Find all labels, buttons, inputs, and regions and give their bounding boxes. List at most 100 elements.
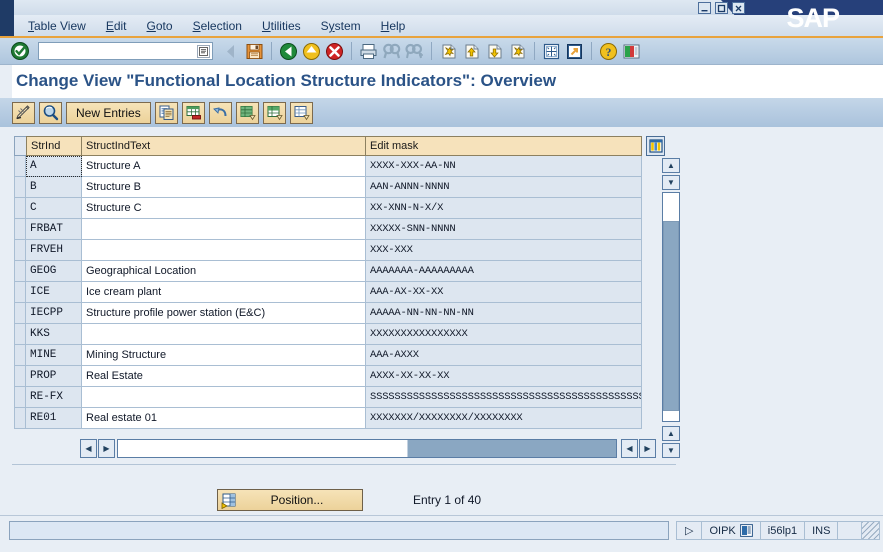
- cell-editmask[interactable]: XXX-XXX: [366, 240, 642, 261]
- table-row[interactable]: C Structure C XX-XNN-N-X/X: [14, 198, 642, 219]
- horizontal-scroll-thumb[interactable]: [408, 440, 616, 457]
- create-session-icon[interactable]: [541, 41, 562, 62]
- table-row[interactable]: RE01 Real estate 01 XXXXXXX/XXXXXXXX/XXXXX…: [14, 408, 642, 429]
- find-icon[interactable]: [381, 41, 402, 62]
- delete-button[interactable]: [181, 101, 205, 124]
- previous-page-icon[interactable]: [461, 41, 482, 62]
- cell-structindtext[interactable]: Structure profile power station (E&C): [82, 303, 366, 324]
- print-icon[interactable]: [358, 41, 379, 62]
- cell-strind[interactable]: A: [26, 156, 82, 177]
- cell-structindtext[interactable]: Structure B: [82, 177, 366, 198]
- hscroll-left-button[interactable]: ◀: [80, 439, 97, 458]
- cell-editmask[interactable]: XXXXXXX/XXXXXXXX/XXXXXXXX: [366, 408, 642, 429]
- table-row[interactable]: GEOG Geographical Location AAAAAAA-AAAAAAA…: [14, 261, 642, 282]
- position-button[interactable]: Position...: [217, 489, 363, 511]
- row-select-cell[interactable]: [14, 345, 26, 366]
- menu-item-utilities[interactable]: Utilities: [252, 15, 311, 37]
- row-select-cell[interactable]: [14, 219, 26, 240]
- cell-editmask[interactable]: XXXXX-SNN-NNNN: [366, 219, 642, 240]
- select-block-button[interactable]: [262, 101, 286, 124]
- cell-strind[interactable]: KKS: [26, 324, 82, 345]
- command-field-dropdown-icon[interactable]: [197, 45, 210, 58]
- next-page-icon[interactable]: [484, 41, 505, 62]
- row-select-cell[interactable]: [14, 177, 26, 198]
- table-row[interactable]: B Structure B AAN-ANNN-NNNN: [14, 177, 642, 198]
- vertical-scroll-track[interactable]: [662, 192, 680, 422]
- table-row[interactable]: A Structure A XXXX-XXX-AA-NN: [14, 156, 642, 177]
- row-select-cell[interactable]: [14, 366, 26, 387]
- table-vertical-scrollbar[interactable]: ▲ ▼ ▲ ▼: [662, 158, 680, 458]
- cell-structindtext[interactable]: Structure C: [82, 198, 366, 219]
- row-select-cell[interactable]: [14, 240, 26, 261]
- check-entries-button[interactable]: [39, 101, 62, 124]
- cell-strind[interactable]: GEOG: [26, 261, 82, 282]
- cell-structindtext[interactable]: Ice cream plant: [82, 282, 366, 303]
- row-select-cell[interactable]: [14, 324, 26, 345]
- cell-strind[interactable]: FRBAT: [26, 219, 82, 240]
- menu-item-goto[interactable]: Goto: [137, 15, 183, 37]
- table-settings-icon[interactable]: [646, 136, 665, 156]
- cell-editmask[interactable]: AXXX-XX-XX-XX: [366, 366, 642, 387]
- row-select-cell[interactable]: [14, 198, 26, 219]
- table-row[interactable]: ICE Ice cream plant AAA-AX-XX-XX: [14, 282, 642, 303]
- close-button[interactable]: [732, 2, 745, 14]
- display-change-button[interactable]: [12, 101, 35, 124]
- row-select-cell[interactable]: [14, 387, 26, 408]
- table-row[interactable]: FRBAT XXXXX-SNN-NNNN: [14, 219, 642, 240]
- help-icon[interactable]: ?: [598, 41, 619, 62]
- menu-item-edit[interactable]: Edit: [96, 15, 137, 37]
- customize-local-layout-icon[interactable]: [621, 41, 642, 62]
- select-all-column-header[interactable]: [14, 136, 26, 156]
- table-row[interactable]: IECPP Structure profile power station (E&…: [14, 303, 642, 324]
- cell-editmask[interactable]: XXXXXXXXXXXXXXXX: [366, 324, 642, 345]
- cancel-red-icon[interactable]: [324, 41, 345, 62]
- row-select-cell[interactable]: [14, 282, 26, 303]
- last-page-icon[interactable]: [507, 41, 528, 62]
- table-row[interactable]: PROP Real Estate AXXX-XX-XX-XX: [14, 366, 642, 387]
- status-insert-mode[interactable]: INS: [805, 521, 839, 540]
- cell-structindtext[interactable]: [82, 387, 366, 408]
- scroll-down-button[interactable]: ▼: [662, 175, 680, 190]
- cell-editmask[interactable]: AAA-AX-XX-XX: [366, 282, 642, 303]
- cell-strind[interactable]: FRVEH: [26, 240, 82, 261]
- command-input[interactable]: [39, 43, 194, 59]
- row-select-cell[interactable]: [14, 303, 26, 324]
- menu-item-help[interactable]: Help: [371, 15, 416, 37]
- menu-item-selection[interactable]: Selection: [183, 15, 252, 37]
- hscroll-left-page-button[interactable]: ▶: [98, 439, 115, 458]
- copy-as-button[interactable]: [154, 101, 178, 124]
- menu-item-table-view[interactable]: Table View: [18, 15, 96, 37]
- status-message-field[interactable]: [9, 521, 669, 540]
- select-all-button[interactable]: [235, 101, 259, 124]
- command-field[interactable]: [38, 42, 213, 60]
- table-row[interactable]: RE-FX SSSSSSSSSSSSSSSSSSSSSSSSSSSSSSSSSSS…: [14, 387, 642, 408]
- new-entries-button[interactable]: New Entries: [66, 101, 151, 124]
- cell-structindtext[interactable]: Real Estate: [82, 366, 366, 387]
- cell-editmask[interactable]: AAN-ANNN-NNNN: [366, 177, 642, 198]
- table-row[interactable]: FRVEH XXX-XXX: [14, 240, 642, 261]
- row-select-cell[interactable]: [14, 156, 26, 177]
- back-green-icon[interactable]: [278, 41, 299, 62]
- hscroll-right-page-button[interactable]: ◀: [621, 439, 638, 458]
- maximize-button[interactable]: [715, 2, 728, 14]
- find-next-icon[interactable]: [404, 41, 425, 62]
- cell-strind[interactable]: MINE: [26, 345, 82, 366]
- cell-editmask[interactable]: SSSSSSSSSSSSSSSSSSSSSSSSSSSSSSSSSSSSSSSS…: [366, 387, 642, 408]
- column-header-strind[interactable]: StrInd: [26, 136, 82, 156]
- deselect-all-button[interactable]: [289, 101, 313, 124]
- column-header-editmask[interactable]: Edit mask: [366, 136, 642, 156]
- cell-structindtext[interactable]: Mining Structure: [82, 345, 366, 366]
- cell-editmask[interactable]: AAAAAAA-AAAAAAAAA: [366, 261, 642, 282]
- cell-structindtext[interactable]: Geographical Location: [82, 261, 366, 282]
- cell-strind[interactable]: C: [26, 198, 82, 219]
- status-expand-arrow[interactable]: ▷: [676, 521, 703, 540]
- enter-check-icon[interactable]: [10, 41, 30, 61]
- create-shortcut-icon[interactable]: [564, 41, 585, 62]
- cell-strind[interactable]: B: [26, 177, 82, 198]
- cell-structindtext[interactable]: Real estate 01: [82, 408, 366, 429]
- menu-item-system[interactable]: System: [311, 15, 371, 37]
- server-icon[interactable]: [739, 524, 753, 537]
- cell-structindtext[interactable]: Structure A: [82, 156, 366, 177]
- cell-editmask[interactable]: AAAAA-NN-NN-NN-NN: [366, 303, 642, 324]
- scroll-up-button[interactable]: ▲: [662, 158, 680, 173]
